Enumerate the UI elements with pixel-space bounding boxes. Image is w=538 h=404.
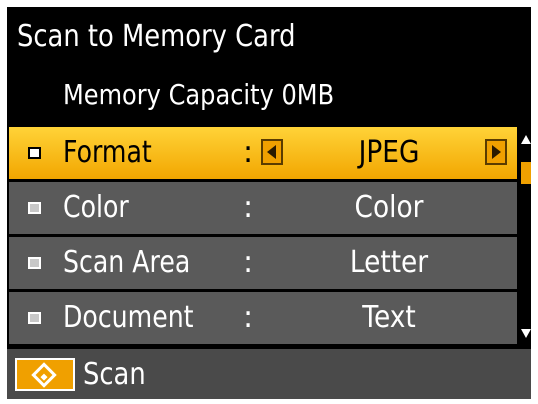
bullet-icon xyxy=(28,147,41,159)
scroll-thumb[interactable] xyxy=(521,162,531,184)
menu-item-color[interactable]: Color : Color xyxy=(9,182,517,234)
menu-item-document[interactable]: Document : Text xyxy=(9,292,517,344)
menu-item-label: Format xyxy=(63,135,152,170)
menu-item-value: Color xyxy=(354,190,424,225)
arrow-left-icon[interactable] xyxy=(261,139,283,165)
menu-item-value: JPEG xyxy=(358,135,420,170)
menu-scrollbar[interactable] xyxy=(520,129,531,347)
scroll-up-icon xyxy=(521,135,531,144)
menu-item-label: Document xyxy=(63,300,194,335)
menu-item-colon: : xyxy=(243,135,254,170)
footer-scan-label: Scan xyxy=(83,357,146,392)
bullet-icon xyxy=(28,257,41,269)
arrow-right-icon[interactable] xyxy=(485,139,507,165)
bullet-icon xyxy=(28,312,41,324)
footer-bar: Scan xyxy=(7,349,531,399)
menu-item-label: Scan Area xyxy=(63,245,191,280)
menu-item-scan-area[interactable]: Scan Area : Letter xyxy=(9,237,517,289)
memory-capacity-text: Memory Capacity 0MB xyxy=(63,78,335,111)
menu-item-colon: : xyxy=(243,300,254,335)
bullet-icon xyxy=(28,202,41,214)
start-diamond-icon xyxy=(31,362,57,388)
settings-menu: Format : JPEG Color : Color Scan Area : … xyxy=(9,127,517,345)
lcd-screen: Scan to Memory Card Memory Capacity 0MB … xyxy=(7,7,531,399)
menu-item-label: Color xyxy=(63,190,129,225)
menu-item-value: Letter xyxy=(349,245,429,280)
menu-item-colon: : xyxy=(243,245,254,280)
menu-item-format[interactable]: Format : JPEG xyxy=(9,127,517,179)
screen-title: Scan to Memory Card xyxy=(17,19,296,54)
scroll-down-icon xyxy=(521,329,531,338)
menu-item-value: Text xyxy=(362,300,416,335)
menu-item-colon: : xyxy=(243,190,254,225)
start-button[interactable] xyxy=(15,358,75,391)
